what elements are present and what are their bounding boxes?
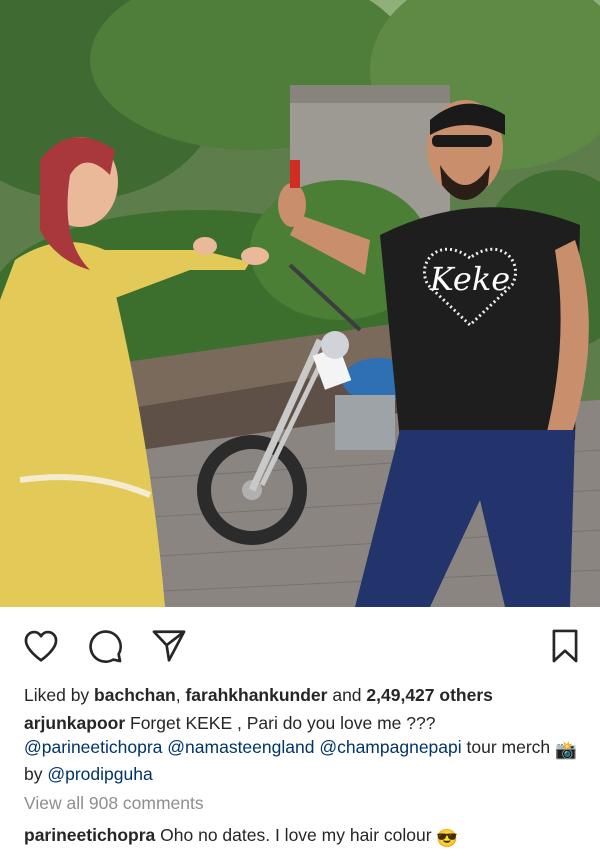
tshirt-text: Keke [429, 260, 510, 298]
mention-link[interactable]: @parineetichopra [24, 737, 162, 757]
post-photo[interactable]: Keke [0, 0, 600, 607]
likes-summary: Liked by bachchan, farahkhankunder and 2… [24, 683, 582, 707]
mention-link[interactable]: @namasteengland [167, 737, 314, 757]
like-button[interactable] [20, 625, 62, 667]
share-button[interactable] [148, 625, 190, 667]
post-image: Keke [0, 0, 600, 607]
post-caption: arjunkapoor Forget KEKE , Pari do you lo… [24, 711, 582, 786]
caption-username[interactable]: arjunkapoor [24, 713, 125, 733]
caption-text: Forget KEKE , Pari do you love me ??? [125, 713, 436, 733]
heart-icon [24, 630, 58, 662]
comment-text: Oho no dates. I love my hair colour [155, 825, 437, 845]
likes-count[interactable]: 2,49,427 others [366, 685, 492, 705]
comment-button[interactable] [84, 625, 126, 667]
mention-link[interactable]: @champagnepapi [319, 737, 461, 757]
liker-username-1[interactable]: bachchan [94, 685, 176, 705]
caption-tour-text: tour merch [461, 737, 556, 757]
liker-username-2[interactable]: farahkhankunder [185, 685, 327, 705]
comment-icon [89, 630, 122, 663]
send-icon [152, 630, 186, 662]
comment-row: parineetichopra Oho no dates. I love my … [24, 823, 582, 850]
camera-flash-emoji: 📸 [555, 740, 577, 760]
bookmark-icon [552, 629, 578, 663]
comment-username[interactable]: parineetichopra [24, 825, 155, 845]
likes-and: and [327, 685, 367, 705]
view-all-comments-link[interactable]: View all 908 comments [24, 791, 582, 815]
save-button[interactable] [544, 625, 586, 667]
mention-link[interactable]: @prodipguha [47, 764, 152, 784]
sunglasses-emoji: 😎 [436, 828, 459, 848]
action-bar [0, 607, 600, 681]
caption-by-text: by [24, 764, 48, 784]
likes-prefix: Liked by [24, 685, 95, 705]
